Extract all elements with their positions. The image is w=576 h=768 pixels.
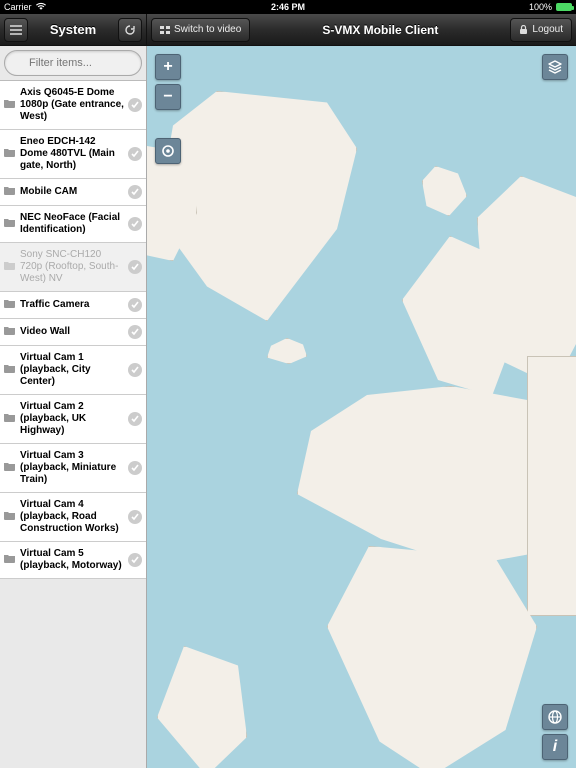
landmass [327,546,537,768]
camera-label: Virtual Cam 4 (playback, Road Constructi… [20,499,124,535]
folder-icon [4,261,16,274]
locate-button[interactable] [155,138,181,164]
minus-icon: − [163,88,172,106]
landmass [477,176,576,386]
camera-label: Traffic Camera [20,299,124,311]
switch-to-video-button[interactable]: Switch to video [151,18,250,42]
camera-item[interactable]: Virtual Cam 3 (playback, Miniature Train… [0,444,146,493]
refresh-button[interactable] [118,18,142,42]
globe-button[interactable] [542,704,568,730]
logout-button[interactable]: Logout [510,18,572,42]
check-icon [128,461,142,475]
camera-label: Axis Q6045-E Dome 1080p (Gate entrance, … [20,87,124,123]
camera-label: Virtual Cam 5 (playback, Motorway) [20,548,124,572]
logout-label: Logout [532,24,563,35]
camera-label: Sony SNC-CH120 720p (Rooftop, South-West… [20,249,124,285]
folder-icon [4,186,16,199]
camera-item[interactable]: NEC NeoFace (Facial Identification) [0,206,146,243]
camera-item[interactable]: Virtual Cam 1 (playback, City Center) [0,346,146,395]
app-header: System Switch to video S-VMX Mobile Clie… [0,14,576,46]
check-icon [128,298,142,312]
camera-label: Virtual Cam 3 (playback, Miniature Train… [20,450,124,486]
camera-item[interactable]: Sony SNC-CH120 720p (Rooftop, South-West… [0,243,146,292]
camera-label: Virtual Cam 2 (playback, UK Highway) [20,401,124,437]
globe-icon [547,709,563,725]
header-main: Switch to video S-VMX Mobile Client Logo… [147,14,576,45]
check-icon [128,412,142,426]
camera-label: Mobile CAM [20,186,124,198]
camera-item[interactable]: Virtual Cam 2 (playback, UK Highway) [0,395,146,444]
check-icon [128,325,142,339]
layers-button[interactable] [542,54,568,80]
folder-icon [4,299,16,312]
folder-icon [4,99,16,112]
header-left: System [0,14,147,45]
check-icon [128,98,142,112]
folder-icon [4,462,16,475]
status-right: 100% [529,2,572,12]
plus-icon: + [163,58,172,76]
status-bar: Carrier 2:46 PM 100% [0,0,576,14]
check-icon [128,260,142,274]
menu-button[interactable] [4,18,28,42]
camera-item[interactable]: Traffic Camera [0,292,146,319]
camera-list[interactable]: Axis Q6045-E Dome 1080p (Gate entrance, … [0,81,146,768]
status-left: Carrier [4,2,46,12]
body: Axis Q6045-E Dome 1080p (Gate entrance, … [0,46,576,768]
check-icon [128,510,142,524]
battery-pct: 100% [529,2,552,12]
filter-input[interactable] [4,50,142,76]
lock-icon [519,25,528,35]
camera-label: Virtual Cam 1 (playback, City Center) [20,352,124,388]
zoom-out-button[interactable]: − [155,84,181,110]
carrier-label: Carrier [4,2,32,12]
folder-icon [4,148,16,161]
camera-item[interactable]: Video Wall [0,319,146,346]
wifi-icon [36,2,46,12]
camera-label: Video Wall [20,326,124,338]
camera-item[interactable]: Mobile CAM [0,179,146,206]
camera-item[interactable]: Axis Q6045-E Dome 1080p (Gate entrance, … [0,81,146,130]
check-icon [128,363,142,377]
layers-icon [547,59,563,75]
target-icon [160,143,176,159]
landmass [157,646,247,768]
camera-item[interactable]: Virtual Cam 4 (playback, Road Constructi… [0,493,146,542]
landmass [267,338,307,364]
check-icon [128,217,142,231]
app-title: S-VMX Mobile Client [322,23,438,37]
battery-icon [556,3,572,11]
info-icon: i [553,738,557,756]
camera-item[interactable]: Virtual Cam 5 (playback, Motorway) [0,542,146,579]
sidebar: Axis Q6045-E Dome 1080p (Gate entrance, … [0,46,147,768]
zoom-in-button[interactable]: + [155,54,181,80]
landmass [422,166,467,216]
folder-icon [4,413,16,426]
camera-item[interactable]: Eneo EDCH-142 Dome 480TVL (Main gate, No… [0,130,146,179]
sidebar-title: System [50,22,96,37]
check-icon [128,553,142,567]
landmass [527,356,576,616]
camera-label: Eneo EDCH-142 Dome 480TVL (Main gate, No… [20,136,124,172]
check-icon [128,147,142,161]
status-time: 2:46 PM [271,2,305,12]
folder-icon [4,218,16,231]
camera-label: NEC NeoFace (Facial Identification) [20,212,124,236]
map[interactable]: + − i [147,46,576,768]
check-icon [128,185,142,199]
folder-icon [4,364,16,377]
search-wrap [0,46,146,81]
info-button[interactable]: i [542,734,568,760]
switch-label: Switch to video [174,24,241,35]
folder-icon [4,511,16,524]
folder-icon [4,326,16,339]
grid-icon [160,26,170,34]
folder-icon [4,554,16,567]
